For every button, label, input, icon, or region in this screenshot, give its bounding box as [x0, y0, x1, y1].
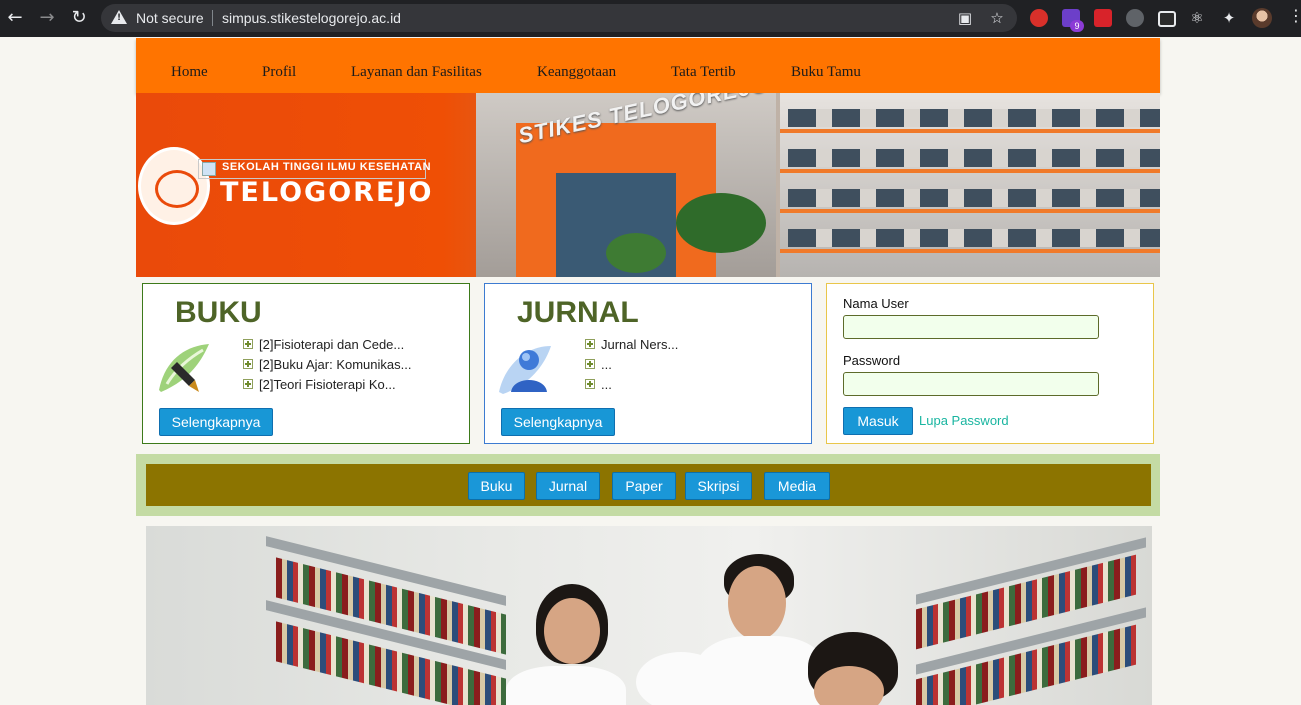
extension-red-square-icon[interactable]: [1094, 9, 1112, 27]
profile-avatar[interactable]: [1252, 8, 1272, 28]
library-photo: [146, 526, 1152, 705]
nav-buku-tamu[interactable]: Buku Tamu: [791, 64, 861, 81]
forgot-password-link[interactable]: Lupa Password: [919, 413, 1009, 428]
buku-more-button[interactable]: Selengkapnya: [159, 408, 273, 436]
jurnal-list: Jurnal Ners... ... ...: [585, 335, 678, 395]
extensions-puzzle-icon[interactable]: ✦: [1218, 7, 1240, 29]
translate-icon[interactable]: ▣: [956, 9, 974, 27]
bookmark-star-icon[interactable]: ☆: [988, 9, 1006, 27]
jurnal-panel: JURNAL Jurnal Ners... ... ... Selengkapn…: [484, 283, 812, 444]
address-bar[interactable]: Not secure simpus.stikestelogorejo.ac.id…: [101, 4, 1017, 32]
pen-icon: [159, 344, 209, 392]
nav-home[interactable]: Home: [171, 64, 208, 81]
menu-kebab-icon[interactable]: ⋮: [1288, 6, 1301, 25]
reload-icon[interactable]: ↻: [68, 7, 90, 29]
url-text[interactable]: simpus.stikestelogorejo.ac.id: [222, 10, 401, 26]
buku-panel: BUKU [2]Fisioterapi dan Cede... [2]Buku …: [142, 283, 470, 444]
expand-plus-icon: [243, 339, 253, 349]
login-button[interactable]: Masuk: [843, 407, 913, 435]
password-label: Password: [843, 353, 901, 368]
nav-tata-tertib[interactable]: Tata Tertib: [671, 64, 736, 81]
extension-atom-icon[interactable]: ⚛: [1186, 7, 1208, 29]
school-name: TELOGOREJO: [220, 177, 434, 208]
list-item[interactable]: [2]Fisioterapi dan Cede...: [243, 335, 411, 355]
list-item[interactable]: ...: [585, 355, 678, 375]
category-inner: Buku Jurnal Paper Skripsi Media: [146, 464, 1151, 506]
forward-arrow-icon[interactable]: →: [36, 7, 58, 29]
category-jurnal-button[interactable]: Jurnal: [536, 472, 600, 500]
warning-icon[interactable]: [111, 10, 127, 24]
expand-plus-icon: [585, 339, 595, 349]
expand-plus-icon: [243, 359, 253, 369]
category-buku-button[interactable]: Buku: [468, 472, 525, 500]
category-bar: Buku Jurnal Paper Skripsi Media: [136, 454, 1160, 516]
buku-list: [2]Fisioterapi dan Cede... [2]Buku Ajar:…: [243, 335, 411, 395]
extension-red-hand-icon[interactable]: [1030, 9, 1048, 27]
category-paper-button[interactable]: Paper: [612, 472, 676, 500]
category-skripsi-button[interactable]: Skripsi: [685, 472, 752, 500]
list-item[interactable]: [2]Teori Fisioterapi Ko...: [243, 375, 411, 395]
username-label: Nama User: [843, 296, 909, 311]
security-status[interactable]: Not secure: [136, 10, 204, 26]
buku-title: BUKU: [175, 296, 262, 329]
extension-badge: 9: [1070, 20, 1084, 32]
school-subtitle: SEKOLAH TINGGI ILMU KESEHATAN: [222, 161, 432, 173]
expand-plus-icon: [585, 379, 595, 389]
nav-profil[interactable]: Profil: [262, 64, 296, 81]
expand-plus-icon: [243, 379, 253, 389]
login-panel: Nama User Password Masuk Lupa Password: [826, 283, 1154, 444]
list-item[interactable]: [2]Buku Ajar: Komunikas...: [243, 355, 411, 375]
jurnal-title: JURNAL: [517, 296, 639, 329]
nav-layanan[interactable]: Layanan dan Fasilitas: [351, 64, 482, 81]
building-right-image: [780, 93, 1160, 277]
list-item[interactable]: Jurnal Ners...: [585, 335, 678, 355]
category-media-button[interactable]: Media: [764, 472, 830, 500]
nav-keanggotaan[interactable]: Keanggotaan: [537, 64, 616, 81]
list-item[interactable]: ...: [585, 375, 678, 395]
extension-gear-icon[interactable]: [1126, 9, 1144, 27]
jurnal-more-button[interactable]: Selengkapnya: [501, 408, 615, 436]
username-input[interactable]: [843, 315, 1099, 339]
back-arrow-icon[interactable]: ←: [4, 7, 26, 29]
expand-plus-icon: [585, 359, 595, 369]
password-input[interactable]: [843, 372, 1099, 396]
main-nav: Home Profil Layanan dan Fasilitas Keangg…: [136, 38, 1160, 93]
palm-tree: [676, 193, 766, 253]
header-banner: STIKES TELOGOREJO SEKOLAH TINGGI ILMU KE…: [136, 93, 1160, 277]
user-icon: [499, 346, 551, 394]
url-separator: [212, 10, 213, 26]
browser-toolbar: ← → ↻ Not secure simpus.stikestelogorejo…: [0, 0, 1301, 37]
extension-screen-icon[interactable]: [1158, 11, 1176, 27]
